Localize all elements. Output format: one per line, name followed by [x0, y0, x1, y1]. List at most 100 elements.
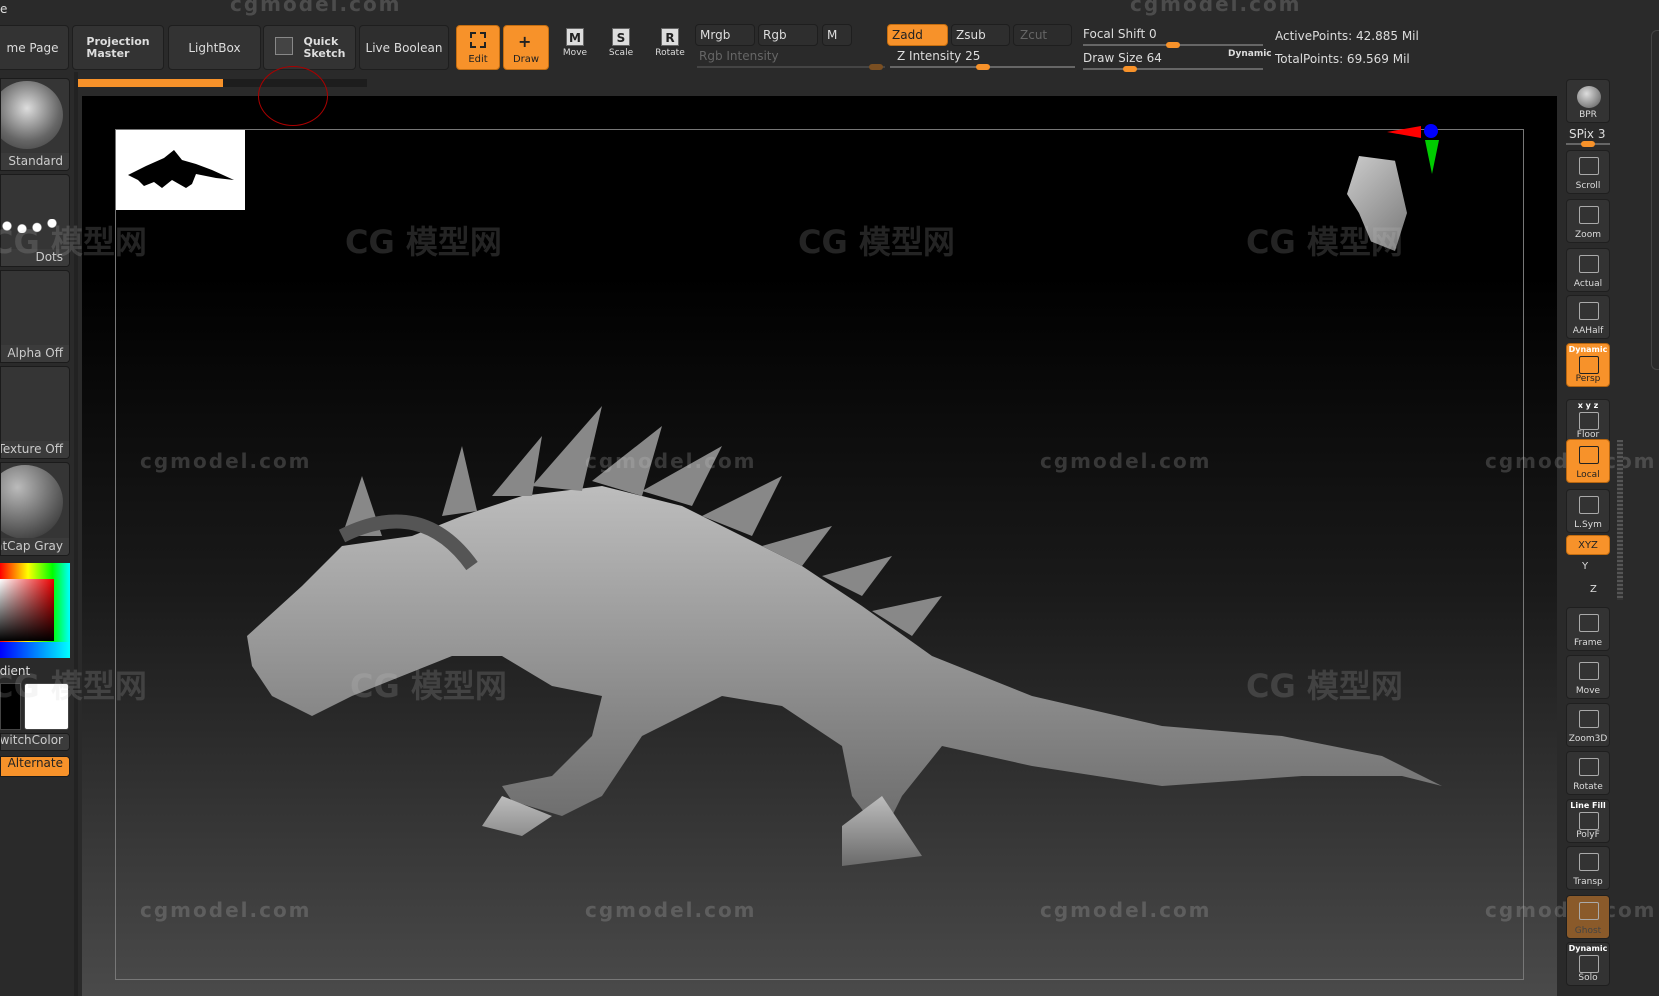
focal-shift-slider[interactable]	[1083, 42, 1263, 48]
draw-label: Draw	[512, 54, 540, 65]
button-label: Move	[1575, 685, 1601, 696]
watermark: cgmodel.com	[585, 898, 757, 923]
button-label: Frame	[1573, 638, 1603, 649]
scroll-button[interactable]: Scroll	[1566, 150, 1610, 195]
rotate-button[interactable]: Rotate	[1566, 751, 1610, 796]
symmetry-icon	[1579, 495, 1599, 514]
button-caption: Dynamic	[1568, 344, 1608, 354]
rotate-xyz-button[interactable]: XYZ	[1566, 535, 1610, 555]
rgb-intensity-label: Rgb Intensity	[699, 49, 779, 63]
button-label: BPR	[1579, 110, 1597, 121]
persp-button[interactable]: Dynamic Persp	[1566, 342, 1610, 387]
rotate-button[interactable]: R Rotate	[652, 28, 688, 68]
dynamic-button[interactable]: Dynamic	[1228, 49, 1272, 59]
floor-button[interactable]: x y z Floor	[1566, 398, 1610, 443]
scale-icon: S	[612, 28, 630, 46]
lightbox-button[interactable]: LightBox	[168, 25, 261, 70]
zoom3d-icon	[1579, 709, 1599, 728]
y-axis-arrow	[1425, 140, 1439, 174]
button-label: Local	[1576, 470, 1600, 481]
watermark-cjk: CG 模型网	[345, 222, 502, 261]
rgb-button[interactable]: Rgb	[758, 24, 818, 46]
shelf-scrollbar[interactable]	[1617, 440, 1623, 600]
alpha-selector[interactable]: Alpha Off	[0, 270, 70, 363]
spix-label: SPix 3	[1569, 127, 1606, 141]
draw-size-label: Draw Size 64	[1083, 51, 1162, 65]
color-square[interactable]	[0, 579, 54, 641]
rgb-intensity-slider[interactable]	[697, 64, 885, 70]
button-label: AAHalf	[1572, 326, 1604, 337]
mrgb-button[interactable]: Mrgb	[695, 24, 755, 46]
xyz-label: XYZ	[1578, 539, 1598, 551]
projection-master-button[interactable]: Projection Master	[72, 25, 164, 70]
watermark-cjk: CG 模型网	[350, 667, 507, 706]
polyf-button[interactable]: Line Fill PolyF	[1566, 798, 1610, 843]
transp-button[interactable]: Transp	[1566, 846, 1610, 891]
rotate-y-button[interactable]: Y	[1582, 561, 1588, 572]
edit-label: Edit	[468, 54, 488, 65]
move-button[interactable]: Move	[1566, 654, 1610, 699]
magnifier-icon	[1579, 205, 1599, 224]
actual-button[interactable]: Actual	[1566, 247, 1610, 292]
texture-selector[interactable]: Texture Off	[0, 366, 70, 459]
zoom3d-button[interactable]: Zoom3D	[1566, 702, 1610, 747]
zoom-button[interactable]: Zoom	[1566, 198, 1610, 243]
frame-icon	[1579, 614, 1599, 633]
zsub-button[interactable]: Zsub	[951, 24, 1010, 46]
bpr-button[interactable]: BPR	[1566, 79, 1610, 124]
spix-slider[interactable]	[1566, 141, 1610, 147]
switch-color-button[interactable]: SwitchColor	[0, 733, 70, 751]
brush-label: Standard	[1, 153, 69, 170]
button-label: Persp	[1575, 373, 1601, 384]
matcap-sphere	[1, 465, 63, 539]
button-label: Zoom	[1575, 229, 1601, 240]
lsym-button[interactable]: L.Sym	[1566, 488, 1610, 533]
watermark: cgmodel.com	[140, 448, 312, 473]
floor-icon	[1579, 411, 1599, 430]
watermark: cgmodel.com	[230, 0, 402, 16]
z-axis-dot	[1424, 124, 1438, 138]
zadd-button[interactable]: Zadd	[887, 24, 948, 46]
alpha-label: Alpha Off	[1, 345, 69, 362]
switch-color-label: SwitchColor	[1, 734, 69, 750]
watermark: cgmodel.com	[140, 898, 312, 923]
grid-perspective-icon	[1579, 355, 1599, 374]
solo-button[interactable]: Dynamic Solo	[1566, 941, 1610, 986]
color-picker[interactable]	[0, 563, 70, 658]
progress-fill	[78, 79, 223, 87]
brush-thumbnail	[1, 81, 63, 149]
menu-item-partial[interactable]: e	[0, 2, 7, 16]
z-intensity-label: Z Intensity 25	[897, 49, 981, 63]
zcut-button[interactable]: Zcut	[1013, 24, 1072, 46]
scale-button[interactable]: S Scale	[603, 28, 639, 68]
watermark-cjk: CG 模型网	[1246, 222, 1403, 261]
divider	[74, 72, 78, 996]
right-tray-edge[interactable]	[1651, 30, 1659, 370]
polyframe-icon	[1579, 811, 1599, 830]
rotate-icon	[1579, 758, 1599, 777]
local-button[interactable]: Local	[1566, 439, 1610, 484]
watermark: cgmodel.com	[1040, 898, 1212, 923]
button-label: Solo	[1578, 972, 1598, 983]
rotate-z-button[interactable]: Z	[1590, 584, 1597, 595]
material-selector[interactable]: MatCap Gray	[0, 462, 70, 556]
scale-label: Scale	[608, 48, 634, 58]
home-page-button[interactable]: me Page	[0, 25, 69, 70]
draw-size-slider[interactable]	[1083, 66, 1263, 72]
magnifier-x1-icon	[1579, 254, 1599, 273]
button-label: Actual	[1573, 278, 1603, 289]
watermark: cgmodel.com	[585, 448, 757, 473]
live-boolean-button[interactable]: Live Boolean	[359, 25, 449, 70]
z-intensity-slider[interactable]	[890, 64, 1075, 70]
m-button[interactable]: M	[822, 24, 852, 46]
material-label: MatCap Gray	[1, 538, 69, 555]
move-button[interactable]: M Move	[557, 28, 593, 68]
button-label: Transp	[1573, 877, 1603, 888]
aahalf-button[interactable]: AAHalf	[1566, 295, 1610, 340]
ghost-icon	[1579, 902, 1599, 921]
ghost-button[interactable]: Ghost	[1566, 895, 1610, 940]
brush-selector[interactable]: Standard	[0, 78, 70, 171]
alternate-label: Alternate	[1, 757, 69, 776]
alternate-button[interactable]: Alternate	[0, 756, 70, 777]
frame-button[interactable]: Frame	[1566, 607, 1610, 652]
